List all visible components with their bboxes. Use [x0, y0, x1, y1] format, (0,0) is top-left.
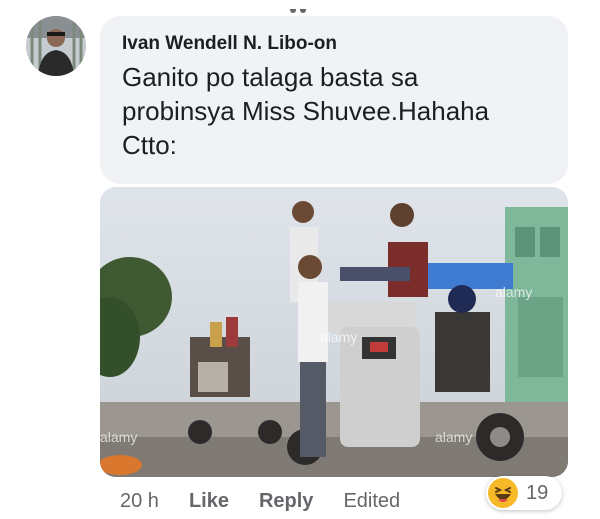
watermark-right: alamy	[495, 284, 532, 300]
edited-label[interactable]: Edited	[343, 490, 400, 513]
comment-bubble: Ivan Wendell N. Libo-on Ganito po talaga…	[100, 16, 568, 184]
avatar-photo	[26, 16, 86, 76]
haha-emoji-icon	[488, 478, 518, 508]
watermark-center: alamy	[320, 329, 357, 345]
reply-button[interactable]: Reply	[259, 490, 313, 513]
comment-author[interactable]: Ivan Wendell N. Libo-on	[122, 32, 550, 56]
reaction-count: 19	[526, 481, 549, 504]
comment-text: Ganito po talaga basta sa probinsya Miss…	[122, 62, 490, 160]
watermark-bottom: alamy	[435, 429, 472, 445]
reaction-summary[interactable]: 19	[486, 476, 562, 510]
previous-comment-edge	[290, 0, 318, 13]
like-button[interactable]: Like	[189, 490, 229, 513]
comment-actions: 20 h Like Reply Edited	[120, 488, 430, 514]
comment-photo[interactable]: alamy alamy alamy alamy	[100, 187, 568, 477]
comment-timestamp[interactable]: 20 h	[120, 490, 159, 513]
avatar[interactable]	[26, 16, 86, 76]
watermark-left: alamy	[100, 429, 137, 445]
